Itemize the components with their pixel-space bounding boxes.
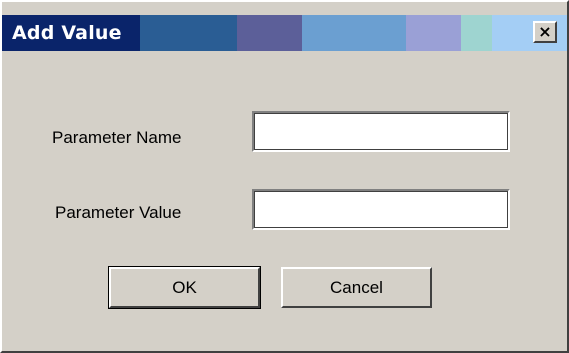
parameter-value-label: Parameter Value	[55, 203, 182, 222]
parameter-name-input[interactable]	[252, 111, 510, 152]
title-bar-segment	[406, 15, 461, 51]
close-icon: ×	[538, 22, 552, 41]
title-bar[interactable]: Add Value ×	[2, 15, 567, 51]
window-title: Add Value	[12, 22, 122, 44]
close-button[interactable]: ×	[533, 21, 557, 43]
title-bar-segment	[302, 15, 406, 51]
cancel-button-label: Cancel	[330, 277, 383, 297]
title-bar-segment	[461, 15, 492, 51]
ok-button-label: OK	[172, 277, 197, 297]
cancel-button[interactable]: Cancel	[281, 267, 432, 308]
ok-button[interactable]: OK	[108, 266, 261, 309]
add-value-dialog: Add Value × Parameter Name Parameter Val…	[0, 0, 569, 353]
title-bar-segment	[140, 15, 237, 51]
parameter-name-label: Parameter Name	[52, 128, 182, 147]
title-bar-segment	[237, 15, 302, 51]
parameter-value-input[interactable]	[252, 189, 510, 230]
